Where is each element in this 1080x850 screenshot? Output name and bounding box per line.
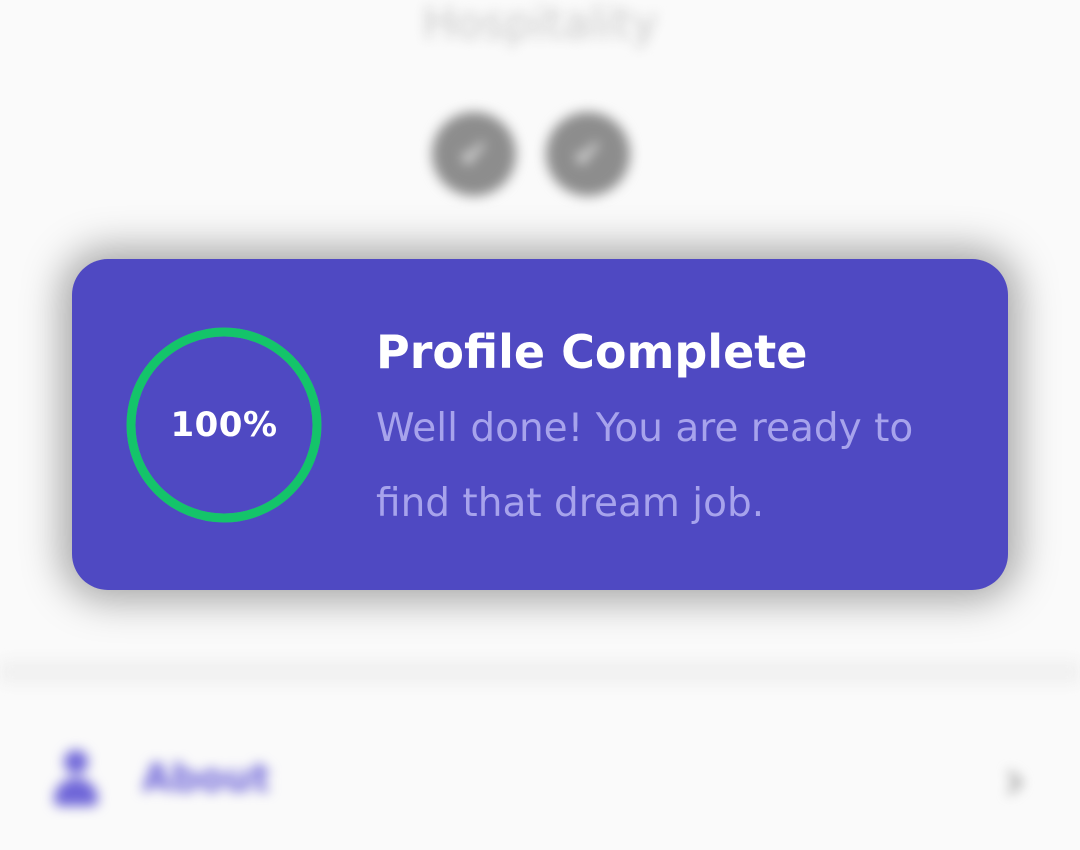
chevron-right-icon: › (1003, 748, 1026, 813)
person-icon (52, 750, 102, 808)
profile-complete-card: 100% Profile Complete Well done! You are… (72, 259, 1008, 590)
section-title: Hospitality (422, 0, 658, 49)
section-divider (0, 660, 1080, 684)
progress-ring: 100% (126, 327, 322, 523)
card-title: Profile Complete (376, 325, 808, 379)
screen: Hospitality ✔ ✔ About › 100% Profile Com… (0, 0, 1080, 850)
progress-percent-label: 100% (170, 405, 278, 445)
about-row-label: About (142, 756, 270, 800)
check-icon: ✔ (432, 112, 516, 196)
card-message: Well done! You are ready to find that dr… (376, 406, 914, 526)
about-row[interactable]: About › (0, 730, 1080, 820)
badge-group: ✔ ✔ (432, 112, 630, 196)
check-icon: ✔ (546, 112, 630, 196)
